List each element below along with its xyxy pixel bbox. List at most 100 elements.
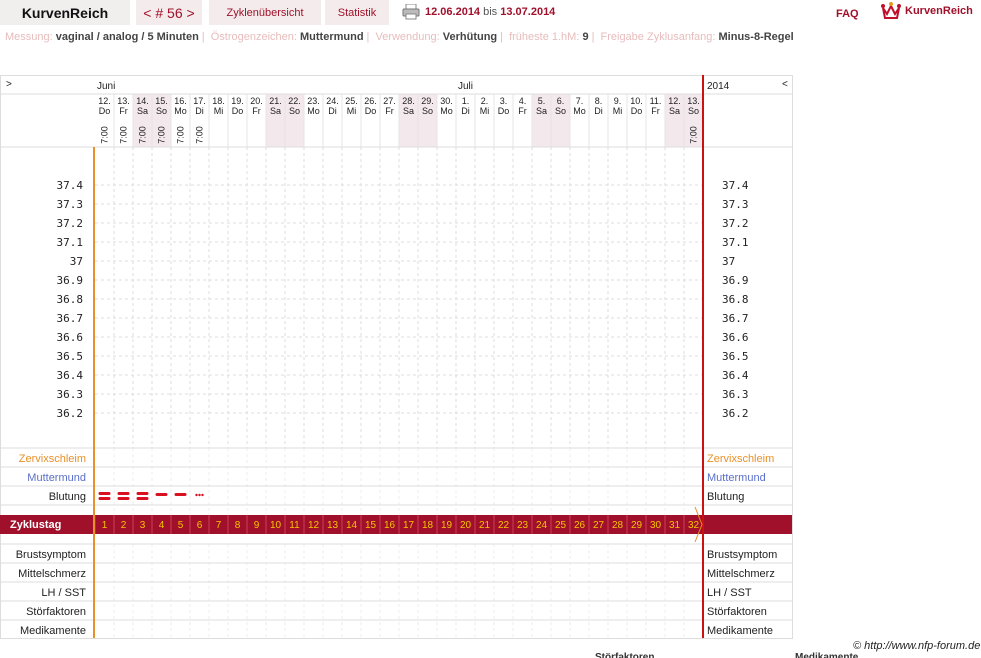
tab-statistics[interactable]: Statistik (325, 0, 389, 25)
day-date-label: 26. (364, 96, 377, 106)
weekday-label: Mo (174, 106, 187, 116)
day-date-label: 15. (155, 96, 168, 106)
cycle-day-number: 12 (308, 520, 320, 531)
nav-prev-arrow[interactable]: > (6, 79, 12, 90)
logo[interactable]: KurvenReich (881, 2, 973, 20)
day-date-label: 2. (481, 96, 489, 106)
weekday-label: Do (365, 106, 377, 116)
bleeding-spotting-mark (195, 493, 198, 497)
date-range: 12.06.2014 bis 13.07.2014 (425, 6, 555, 18)
cycle-day-number: 8 (235, 520, 241, 531)
cycle-day-number: 27 (593, 520, 605, 531)
day-date-label: 27. (383, 96, 396, 106)
day-date-label: 9. (614, 96, 622, 106)
cycle-day-number: 25 (555, 520, 567, 531)
cycle-day-number: 30 (650, 520, 662, 531)
cycle-day-number: 22 (498, 520, 510, 531)
top-bar: KurvenReich < # 56 > Zyklenübersicht Sta… (0, 0, 981, 25)
temp-label-left: 36.3 (57, 388, 84, 401)
cycle-day-number: 14 (346, 520, 358, 531)
temp-label-left: 36.8 (57, 293, 84, 306)
row-zervixschleim-label-right: Zervixschleim (707, 453, 774, 465)
cycle-day-number: 16 (384, 520, 396, 531)
day-date-label: 19. (231, 96, 244, 106)
cycle-day-number: 6 (197, 520, 203, 531)
row-muttermund-label-left: Muttermund (27, 472, 86, 484)
temp-label-left: 37 (70, 255, 83, 268)
weekday-label: Sa (270, 106, 281, 116)
bleeding-strong-mark (136, 492, 149, 495)
year-label: 2014 (707, 81, 730, 92)
temp-label-left: 37.4 (57, 179, 84, 192)
extra-row-label-left: Medikamente (20, 625, 86, 637)
weekday-label: Fr (518, 106, 527, 116)
measure-time-label: 7:00 (195, 126, 205, 144)
cycle-day-number: 29 (631, 520, 643, 531)
measure-time-label: 7:00 (176, 126, 186, 144)
nav-next-arrow[interactable]: < (782, 79, 788, 90)
verwendung-value: Verhütung (442, 31, 498, 43)
cycle-day-number: 24 (536, 520, 548, 531)
brand-title: KurvenReich (0, 0, 130, 25)
day-date-label: 11. (650, 96, 662, 106)
cycle-day-number: 21 (479, 520, 491, 531)
weekday-label: Mi (347, 106, 357, 116)
bleeding-medium-mark (174, 493, 187, 496)
weekday-label: Di (195, 106, 204, 116)
temp-label-right: 36.7 (722, 312, 749, 325)
cycle-day-number: 19 (441, 520, 453, 531)
bleeding-medium-mark (155, 493, 168, 496)
temp-label-right: 36.8 (722, 293, 749, 306)
day-date-label: 18. (212, 96, 225, 106)
extra-row-label-left: Störfaktoren (26, 606, 86, 618)
day-date-label: 21. (269, 96, 282, 106)
temp-label-left: 36.7 (57, 312, 84, 325)
temp-label-right: 37 (722, 255, 735, 268)
extra-row-label-right: Brustsymptom (707, 549, 777, 561)
cycle-navigator[interactable]: < # 56 > (136, 0, 202, 25)
printer-icon[interactable] (402, 4, 420, 20)
messung-label: Messung: (5, 31, 53, 43)
weekday-label: Do (99, 106, 111, 116)
extra-row-label-right: Medikamente (707, 625, 773, 637)
weekday-label: Di (594, 106, 603, 116)
date-from: 12.06.2014 (425, 6, 481, 18)
bleeding-strong-mark (98, 497, 111, 500)
chart-frame (0, 75, 793, 639)
temp-label-right: 36.5 (722, 350, 749, 363)
weekday-label: So (555, 106, 566, 116)
bleeding-strong-mark (117, 497, 130, 500)
temp-label-right: 36.6 (722, 331, 749, 344)
weekday-label: Sa (403, 106, 414, 116)
cycle-day-number: 9 (254, 520, 260, 531)
extra-row-label-left: Brustsymptom (16, 549, 86, 561)
weekday-label: So (156, 106, 167, 116)
cycle-day-number: 28 (612, 520, 624, 531)
cycle-info-bar: Messung: vaginal / analog / 5 Minuten | Ö… (5, 31, 794, 43)
day-date-label: 1. (462, 96, 470, 106)
day-date-label: 5. (538, 96, 546, 106)
verwendung-label: Verwendung: (375, 31, 440, 43)
frueheste-hm-label: früheste 1.hM: (509, 31, 580, 43)
copyright: © http://www.nfp-forum.de (853, 640, 981, 652)
measure-time-label: 7:00 (119, 126, 129, 144)
temp-label-right: 37.3 (722, 198, 749, 211)
freigabe-label: Freigabe Zyklusanfang: (600, 31, 716, 43)
temp-label-left: 36.5 (57, 350, 84, 363)
cycle-day-number: 17 (403, 520, 415, 531)
faq-link[interactable]: FAQ (836, 8, 859, 20)
extra-row-label-right: LH / SST (707, 587, 752, 599)
tab-cycle-overview[interactable]: Zyklenübersicht (209, 0, 321, 25)
day-date-label: 17. (193, 96, 206, 106)
day-date-label: 22. (288, 96, 301, 106)
cycle-day-number: 20 (460, 520, 472, 531)
measure-time-label: 7:00 (157, 126, 167, 144)
day-date-label: 25. (345, 96, 358, 106)
temp-label-left: 37.3 (57, 198, 84, 211)
day-date-label: 14. (136, 96, 149, 106)
cycle-day-number: 3 (140, 520, 146, 531)
day-date-label: 20. (250, 96, 263, 106)
measure-time-label: 7:00 (100, 126, 110, 144)
bleeding-spotting-mark (201, 493, 204, 497)
cycle-day-number: 15 (365, 520, 377, 531)
